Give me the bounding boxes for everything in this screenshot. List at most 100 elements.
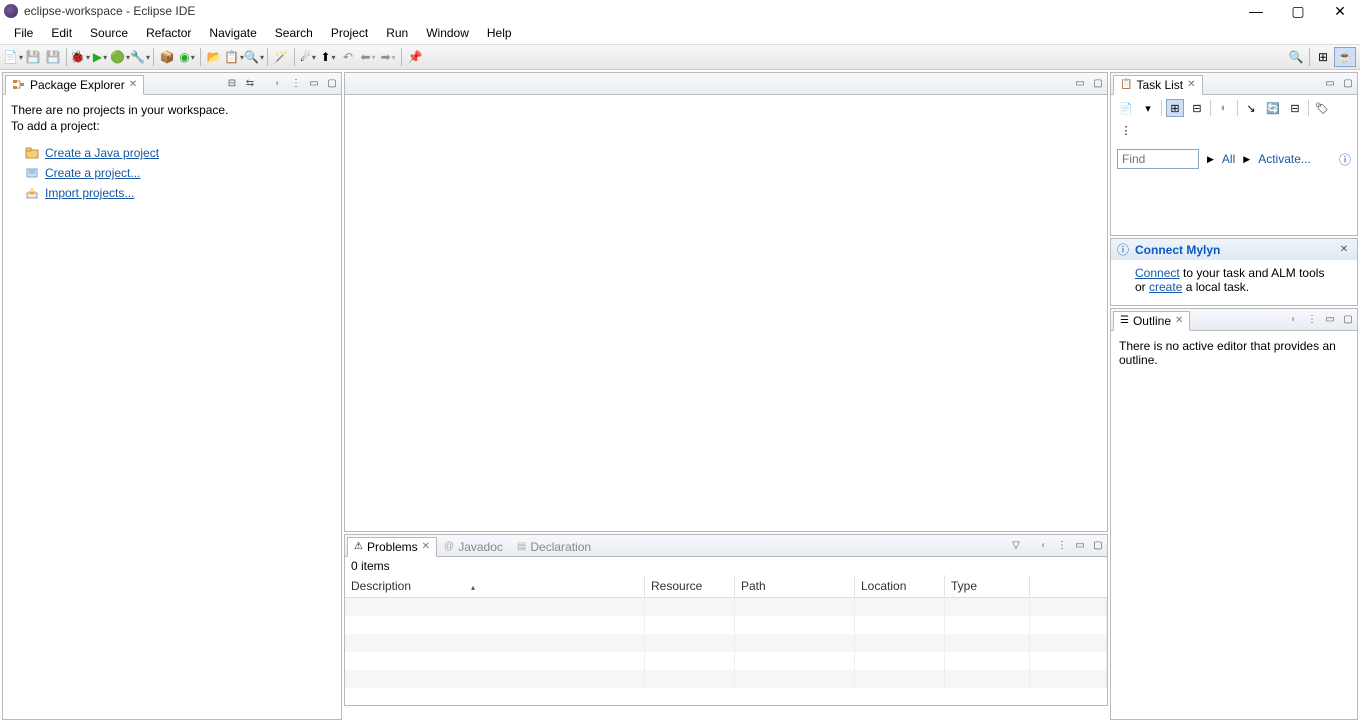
categorized-icon[interactable]: ⊞	[1166, 99, 1184, 117]
new-task-dropdown-icon[interactable]: ▾	[1139, 99, 1157, 117]
connect-link[interactable]: Connect	[1135, 266, 1180, 280]
col-path[interactable]: Path	[735, 575, 855, 597]
window-minimize-button[interactable]: —	[1246, 3, 1266, 20]
maximize-editor-icon[interactable]: ▢	[1091, 77, 1105, 91]
new-class-button[interactable]: ◉	[178, 47, 196, 67]
focus-task-icon[interactable]: ◐	[1287, 313, 1301, 327]
forward-button[interactable]: ➡	[379, 47, 397, 67]
search-button[interactable]: 🔍	[245, 47, 263, 67]
open-task-button[interactable]: 📋	[225, 47, 243, 67]
tab-task-list[interactable]: 📋 Task List ✕	[1113, 75, 1203, 95]
play-icon[interactable]: ▶	[1243, 154, 1250, 165]
hide-completed-icon[interactable]: ↘	[1242, 99, 1260, 117]
menu-search[interactable]: Search	[267, 24, 321, 42]
tab-package-explorer[interactable]: Package Explorer ✕	[5, 75, 144, 95]
toggle-mark-button[interactable]: ☄	[299, 47, 317, 67]
save-all-button[interactable]: 💾	[44, 47, 62, 67]
menu-edit[interactable]: Edit	[43, 24, 80, 42]
back-button[interactable]: ⬅	[359, 47, 377, 67]
save-button[interactable]: 💾	[24, 47, 42, 67]
problems-icon: ⚠	[354, 541, 363, 552]
new-package-button[interactable]: 📦	[158, 47, 176, 67]
menu-window[interactable]: Window	[418, 24, 477, 42]
problems-count: 0 items	[345, 557, 1107, 575]
scheduled-icon[interactable]: ⊟	[1188, 99, 1206, 117]
java-perspective-button[interactable]: ☕	[1334, 47, 1356, 67]
filter-icon[interactable]: ▽	[1009, 539, 1023, 553]
col-resource[interactable]: Resource	[645, 575, 735, 597]
import-projects-link[interactable]: Import projects...	[45, 186, 134, 200]
help-icon[interactable]: ⓘ	[1339, 151, 1351, 168]
create-java-project-link[interactable]: Create a Java project	[45, 146, 159, 160]
view-menu-icon[interactable]: ⋮	[1117, 121, 1135, 139]
external-tools-button[interactable]: 🔧	[131, 47, 149, 67]
debug-button[interactable]: 🐞	[71, 47, 89, 67]
view-menu-icon[interactable]: ⋮	[289, 77, 303, 91]
tab-problems[interactable]: ⚠ Problems ✕	[347, 537, 437, 557]
maximize-view-icon[interactable]: ▢	[1341, 77, 1355, 91]
create-project-link[interactable]: Create a project...	[45, 166, 140, 180]
outline-empty-text: There is no active editor that provides …	[1119, 339, 1336, 367]
collapse-all-icon[interactable]: ⊟	[225, 77, 239, 91]
annotation-nav-button[interactable]: ⬆	[319, 47, 337, 67]
collapse-all-icon[interactable]: ⊟	[1286, 99, 1304, 117]
maximize-view-icon[interactable]: ▢	[1091, 539, 1105, 553]
focus-task-icon[interactable]: ◐	[271, 77, 285, 91]
new-task-button[interactable]: 📄	[1117, 99, 1135, 117]
empty-text-line1: There are no projects in your workspace.	[11, 103, 333, 117]
menu-file[interactable]: File	[6, 24, 41, 42]
window-maximize-button[interactable]: ▢	[1288, 3, 1308, 20]
new-button[interactable]: 📄	[4, 47, 22, 67]
minimize-view-icon[interactable]: ▭	[1323, 313, 1337, 327]
minimize-view-icon[interactable]: ▭	[1073, 539, 1087, 553]
create-task-link[interactable]: create	[1149, 280, 1182, 294]
run-button[interactable]: ▶	[91, 47, 109, 67]
close-icon[interactable]: ✕	[1187, 79, 1195, 90]
focus-task-icon[interactable]: ◐	[1037, 539, 1051, 553]
separator-icon	[1161, 100, 1162, 116]
pin-editor-button[interactable]: 📌	[406, 47, 424, 67]
view-menu-icon[interactable]: ⋮	[1055, 539, 1069, 553]
window-close-button[interactable]: ✕	[1330, 3, 1350, 20]
close-icon[interactable]: ✕	[1175, 315, 1183, 326]
wand-button[interactable]: 🪄	[272, 47, 290, 67]
minimize-view-icon[interactable]: ▭	[1323, 77, 1337, 91]
task-find-input[interactable]	[1117, 149, 1199, 169]
open-type-button[interactable]: 📂	[205, 47, 223, 67]
close-icon[interactable]: ✕	[422, 541, 430, 552]
activate-link[interactable]: Activate...	[1258, 152, 1311, 166]
minimize-editor-icon[interactable]: ▭	[1073, 77, 1087, 91]
menu-source[interactable]: Source	[82, 24, 136, 42]
col-type[interactable]: Type	[945, 575, 1030, 597]
tab-outline[interactable]: ☰ Outline ✕	[1113, 311, 1190, 331]
quick-access-button[interactable]: 🔍	[1287, 47, 1305, 67]
minimize-view-icon[interactable]: ▭	[307, 77, 321, 91]
menu-navigate[interactable]: Navigate	[201, 24, 264, 42]
prev-edit-button[interactable]: ↶	[339, 47, 357, 67]
javadoc-label: Javadoc	[458, 540, 503, 554]
focus-workweek-icon[interactable]: ◐	[1215, 99, 1233, 117]
maximize-view-icon[interactable]: ▢	[1341, 313, 1355, 327]
window-titlebar: eclipse-workspace - Eclipse IDE — ▢ ✕	[0, 0, 1360, 22]
open-perspective-button[interactable]: ⊞	[1314, 47, 1332, 67]
play-icon[interactable]: ▶	[1207, 154, 1214, 165]
all-filter-link[interactable]: All	[1222, 152, 1235, 166]
close-icon[interactable]: ✕	[129, 79, 137, 90]
synchronize-icon[interactable]: 🔄	[1264, 99, 1282, 117]
tab-declaration[interactable]: ▤ Declaration	[510, 537, 598, 557]
tab-javadoc[interactable]: @ Javadoc	[437, 537, 510, 557]
col-description[interactable]: Description▴	[345, 575, 645, 597]
maximize-view-icon[interactable]: ▢	[325, 77, 339, 91]
menu-help[interactable]: Help	[479, 24, 520, 42]
problems-table-body	[345, 598, 1107, 688]
col-location[interactable]: Location	[855, 575, 945, 597]
menu-project[interactable]: Project	[323, 24, 376, 42]
task-ui-legend-icon[interactable]: 🏷	[1313, 99, 1331, 117]
separator-icon	[1309, 48, 1310, 66]
link-editor-icon[interactable]: ⇆	[243, 77, 257, 91]
menu-refactor[interactable]: Refactor	[138, 24, 199, 42]
view-menu-icon[interactable]: ⋮	[1305, 313, 1319, 327]
coverage-button[interactable]: 🟢	[111, 47, 129, 67]
close-icon[interactable]: ✕	[1337, 243, 1351, 257]
menu-run[interactable]: Run	[378, 24, 416, 42]
